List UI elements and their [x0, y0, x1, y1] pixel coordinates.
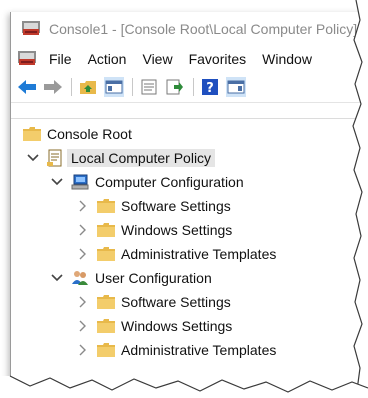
tree-label: Local Computer Policy [67, 149, 216, 167]
folder-icon [97, 246, 115, 262]
chevron-down-icon[interactable] [51, 272, 63, 284]
tree-label: Windows Settings [121, 318, 233, 334]
folder-icon [97, 198, 115, 214]
tree-label: Software Settings [121, 294, 231, 310]
toolbar-separator [71, 78, 72, 96]
tree-node-software-settings[interactable]: Software Settings [77, 195, 231, 217]
tree-label: Console Root [47, 126, 132, 142]
menu-action[interactable]: Action [80, 51, 135, 67]
mmc-window: Console1 - [Console Root\Local Computer … [10, 12, 368, 398]
tree-label: Computer Configuration [95, 174, 244, 190]
mmc-app-icon [21, 19, 41, 40]
action-pane-icon[interactable] [226, 77, 246, 97]
chevron-right-icon[interactable] [77, 224, 89, 236]
chevron-down-icon[interactable] [51, 176, 63, 188]
tree-node-computer-configuration[interactable]: Computer Configuration [51, 171, 244, 193]
tree-node-administrative-templates[interactable]: Administrative Templates [77, 339, 276, 361]
system-menu-icon[interactable] [17, 49, 37, 70]
back-arrow-icon[interactable] [17, 77, 37, 97]
menu-view[interactable]: View [134, 51, 180, 67]
menu-window[interactable]: Window [254, 51, 320, 67]
users-icon [71, 270, 89, 286]
chevron-down-icon[interactable] [27, 152, 39, 164]
chevron-right-icon[interactable] [77, 320, 89, 332]
menu-favorites[interactable]: Favorites [181, 51, 255, 67]
svg-text:?: ? [206, 81, 214, 96]
tree-label: Administrative Templates [121, 342, 277, 358]
console-tree: Console Root Local Computer Policy Compu… [11, 118, 368, 398]
toolbar: ? [11, 72, 368, 103]
tree-node-windows-settings[interactable]: Windows Settings [77, 219, 232, 241]
torn-edge-bottom [0, 375, 368, 398]
export-list-icon[interactable] [165, 77, 185, 97]
folder-icon [23, 126, 41, 142]
properties-icon[interactable] [139, 77, 159, 97]
tree-node-local-computer-policy[interactable]: Local Computer Policy [27, 147, 216, 169]
tree-node-software-settings[interactable]: Software Settings [77, 291, 231, 313]
title-bar: Console1 - [Console Root\Local Computer … [11, 12, 368, 46]
menu-file[interactable]: File [41, 51, 80, 67]
tree-label: Software Settings [121, 198, 231, 214]
chevron-right-icon[interactable] [77, 344, 89, 356]
tree-label: Administrative Templates [121, 246, 277, 262]
tree-node-user-configuration[interactable]: User Configuration [51, 267, 212, 289]
tree-label: User Configuration [95, 270, 212, 286]
toolbar-separator [193, 78, 194, 96]
tree-label: Windows Settings [121, 222, 233, 238]
folder-icon [97, 342, 115, 358]
tree-node-windows-settings[interactable]: Windows Settings [77, 315, 232, 337]
chevron-right-icon[interactable] [77, 200, 89, 212]
toolbar-separator [132, 78, 133, 96]
window-title: Console1 - [Console Root\Local Computer … [49, 21, 358, 37]
chevron-right-icon[interactable] [77, 248, 89, 260]
up-folder-icon[interactable] [78, 77, 98, 97]
computer-icon [71, 174, 89, 190]
forward-arrow-icon[interactable] [43, 77, 63, 97]
folder-icon [97, 318, 115, 334]
policy-document-icon [47, 149, 65, 167]
folder-icon [97, 222, 115, 238]
folder-icon [97, 294, 115, 310]
console-tree-icon[interactable] [104, 77, 124, 97]
help-icon[interactable]: ? [200, 77, 220, 97]
tree-node-administrative-templates[interactable]: Administrative Templates [77, 243, 276, 265]
tree-node-console-root[interactable]: Console Root [23, 123, 132, 145]
torn-edge-right [352, 0, 368, 398]
chevron-right-icon[interactable] [77, 296, 89, 308]
menu-bar: File Action View Favorites Window [11, 46, 368, 72]
